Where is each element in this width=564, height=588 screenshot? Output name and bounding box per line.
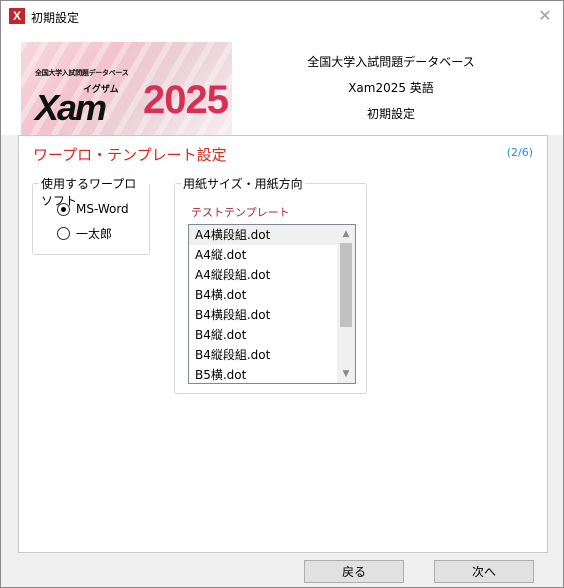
list-item[interactable]: B4縦.dot <box>189 325 337 345</box>
list-item[interactable]: A4横段組.dot <box>189 225 337 245</box>
scrollbar-thumb[interactable] <box>340 243 352 327</box>
xam-banner-logo: 全国大学入試問題データベース イグザム Xam 2025 <box>21 42 232 135</box>
back-button[interactable]: 戻る <box>304 560 404 583</box>
banner-subtitle: 全国大学入試問題データベース <box>35 69 129 77</box>
title-bar: X 初期設定 ✕ <box>1 1 563 31</box>
list-item[interactable]: B4横段組.dot <box>189 305 337 325</box>
xam-app-icon: X <box>9 8 25 24</box>
list-item[interactable]: B5横.dot <box>189 365 337 383</box>
next-button[interactable]: 次へ <box>434 560 534 583</box>
software-group: 使用するワープロソフト MS-Word 一太郎 <box>32 175 150 255</box>
dialog-window: X 初期設定 ✕ 全国大学入試問題データベース イグザム Xam 2025 全国… <box>0 0 564 588</box>
list-item[interactable]: A4縦段組.dot <box>189 265 337 285</box>
radio-ms-word[interactable]: MS-Word <box>57 202 129 216</box>
radio-ichitaro[interactable]: 一太郎 <box>57 225 112 242</box>
banner-year: 2025 <box>143 78 229 122</box>
banner-brand: Xam <box>35 87 107 128</box>
chevron-down-icon[interactable]: ▼ <box>337 365 355 383</box>
radio-ms-word-label: MS-Word <box>76 202 129 216</box>
header-line-database: 全国大学入試問題データベース <box>307 55 475 69</box>
close-icon[interactable]: ✕ <box>533 5 557 27</box>
radio-ms-word-indicator[interactable] <box>57 202 70 216</box>
header-area: 全国大学入試問題データベース イグザム Xam 2025 全国大学入試問題データ… <box>1 31 563 135</box>
list-item[interactable]: B4横.dot <box>189 285 337 305</box>
radio-ichitaro-indicator[interactable] <box>57 227 70 240</box>
settings-panel: ワープロ・テンプレート設定 (2/6) 使用するワープロソフト MS-Word … <box>18 135 548 553</box>
panel-title: ワープロ・テンプレート設定 <box>33 146 227 164</box>
paper-group: 用紙サイズ・用紙方向 テストテンプレート A4横段組.dot A4縦.dot A… <box>174 175 367 394</box>
step-indicator: (2/6) <box>506 146 533 159</box>
template-list: A4横段組.dot A4縦.dot A4縦段組.dot B4横.dot B4横段… <box>189 225 337 383</box>
header-line-product: Xam2025 英語 <box>348 81 434 95</box>
chevron-up-icon[interactable]: ▲ <box>337 225 355 243</box>
list-scrollbar[interactable]: ▲ ▼ <box>337 225 355 383</box>
header-line-setup: 初期設定 <box>366 107 415 121</box>
template-label: テストテンプレート <box>191 206 290 219</box>
paper-group-legend: 用紙サイズ・用紙方向 <box>181 175 305 192</box>
radio-ichitaro-label: 一太郎 <box>76 227 113 241</box>
list-item[interactable]: A4縦.dot <box>189 245 337 265</box>
window-title: 初期設定 <box>31 11 80 25</box>
list-item[interactable]: B4縦段組.dot <box>189 345 337 365</box>
template-listbox[interactable]: A4横段組.dot A4縦.dot A4縦段組.dot B4横.dot B4横段… <box>188 224 356 384</box>
